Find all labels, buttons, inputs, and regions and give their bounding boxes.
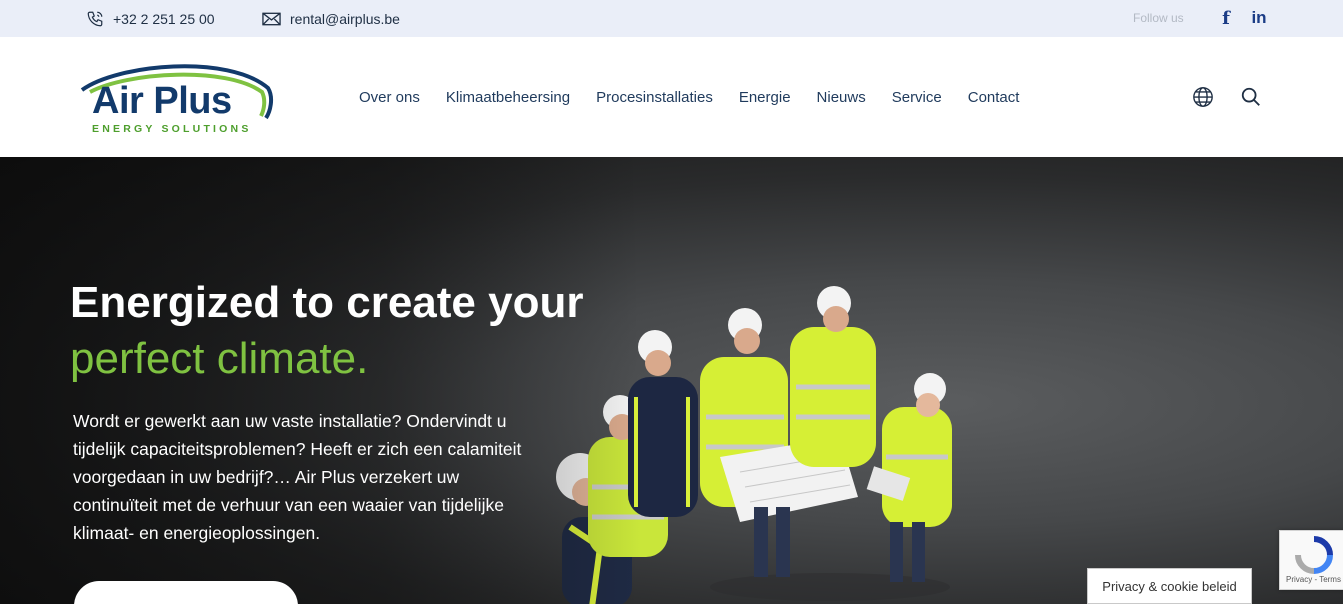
nav-item-service[interactable]: Service [892, 89, 942, 106]
linkedin-icon[interactable]: in [1249, 6, 1269, 30]
nav-item-nieuws[interactable]: Nieuws [817, 89, 866, 106]
recaptcha-terms[interactable]: Privacy - Terms [1286, 575, 1341, 584]
nav-item-contact[interactable]: Contact [968, 89, 1020, 106]
hero-title-line2: perfect climate. [70, 334, 369, 383]
phone-number: +32 2 251 25 00 [113, 10, 215, 27]
globe-icon[interactable] [1192, 86, 1214, 108]
recaptcha-badge[interactable]: Privacy - Terms [1279, 530, 1343, 590]
logo-text: Air Plus [92, 80, 232, 122]
email-link[interactable]: rental@airplus.be [262, 0, 400, 37]
mail-icon [262, 12, 281, 25]
hero-cta-button[interactable] [74, 581, 298, 604]
follow-us-label: Follow us [1133, 11, 1184, 25]
nav-item-procesinstallaties[interactable]: Procesinstallaties [596, 89, 713, 106]
phone-icon [87, 11, 103, 26]
hero-title-line1: Energized to create your [70, 278, 584, 327]
hero-section: Energized to create your perfect climate… [0, 157, 1343, 604]
hero-description: Wordt er gewerkt aan uw vaste installati… [73, 411, 522, 543]
site-header: Air Plus ENERGY SOLUTIONS Over ons Klima… [0, 37, 1343, 157]
top-bar: +32 2 251 25 00 rental@airplus.be Follow… [0, 0, 1343, 37]
recaptcha-icon [1295, 536, 1333, 574]
nav-item-energie[interactable]: Energie [739, 89, 791, 106]
nav-item-over-ons[interactable]: Over ons [359, 89, 420, 106]
search-icon[interactable] [1240, 86, 1262, 108]
main-nav: Over ons Klimaatbeheersing Procesinstall… [359, 37, 1045, 157]
privacy-cookie-button[interactable]: Privacy & cookie beleid [1087, 568, 1252, 604]
phone-link[interactable]: +32 2 251 25 00 [86, 0, 215, 37]
air-plus-logo[interactable]: Air Plus ENERGY SOLUTIONS [78, 58, 274, 140]
logo-tagline: ENERGY SOLUTIONS [92, 123, 252, 135]
facebook-icon[interactable]: f [1218, 6, 1234, 30]
nav-item-klimaatbeheersing[interactable]: Klimaatbeheersing [446, 89, 570, 106]
email-address: rental@airplus.be [290, 10, 400, 27]
